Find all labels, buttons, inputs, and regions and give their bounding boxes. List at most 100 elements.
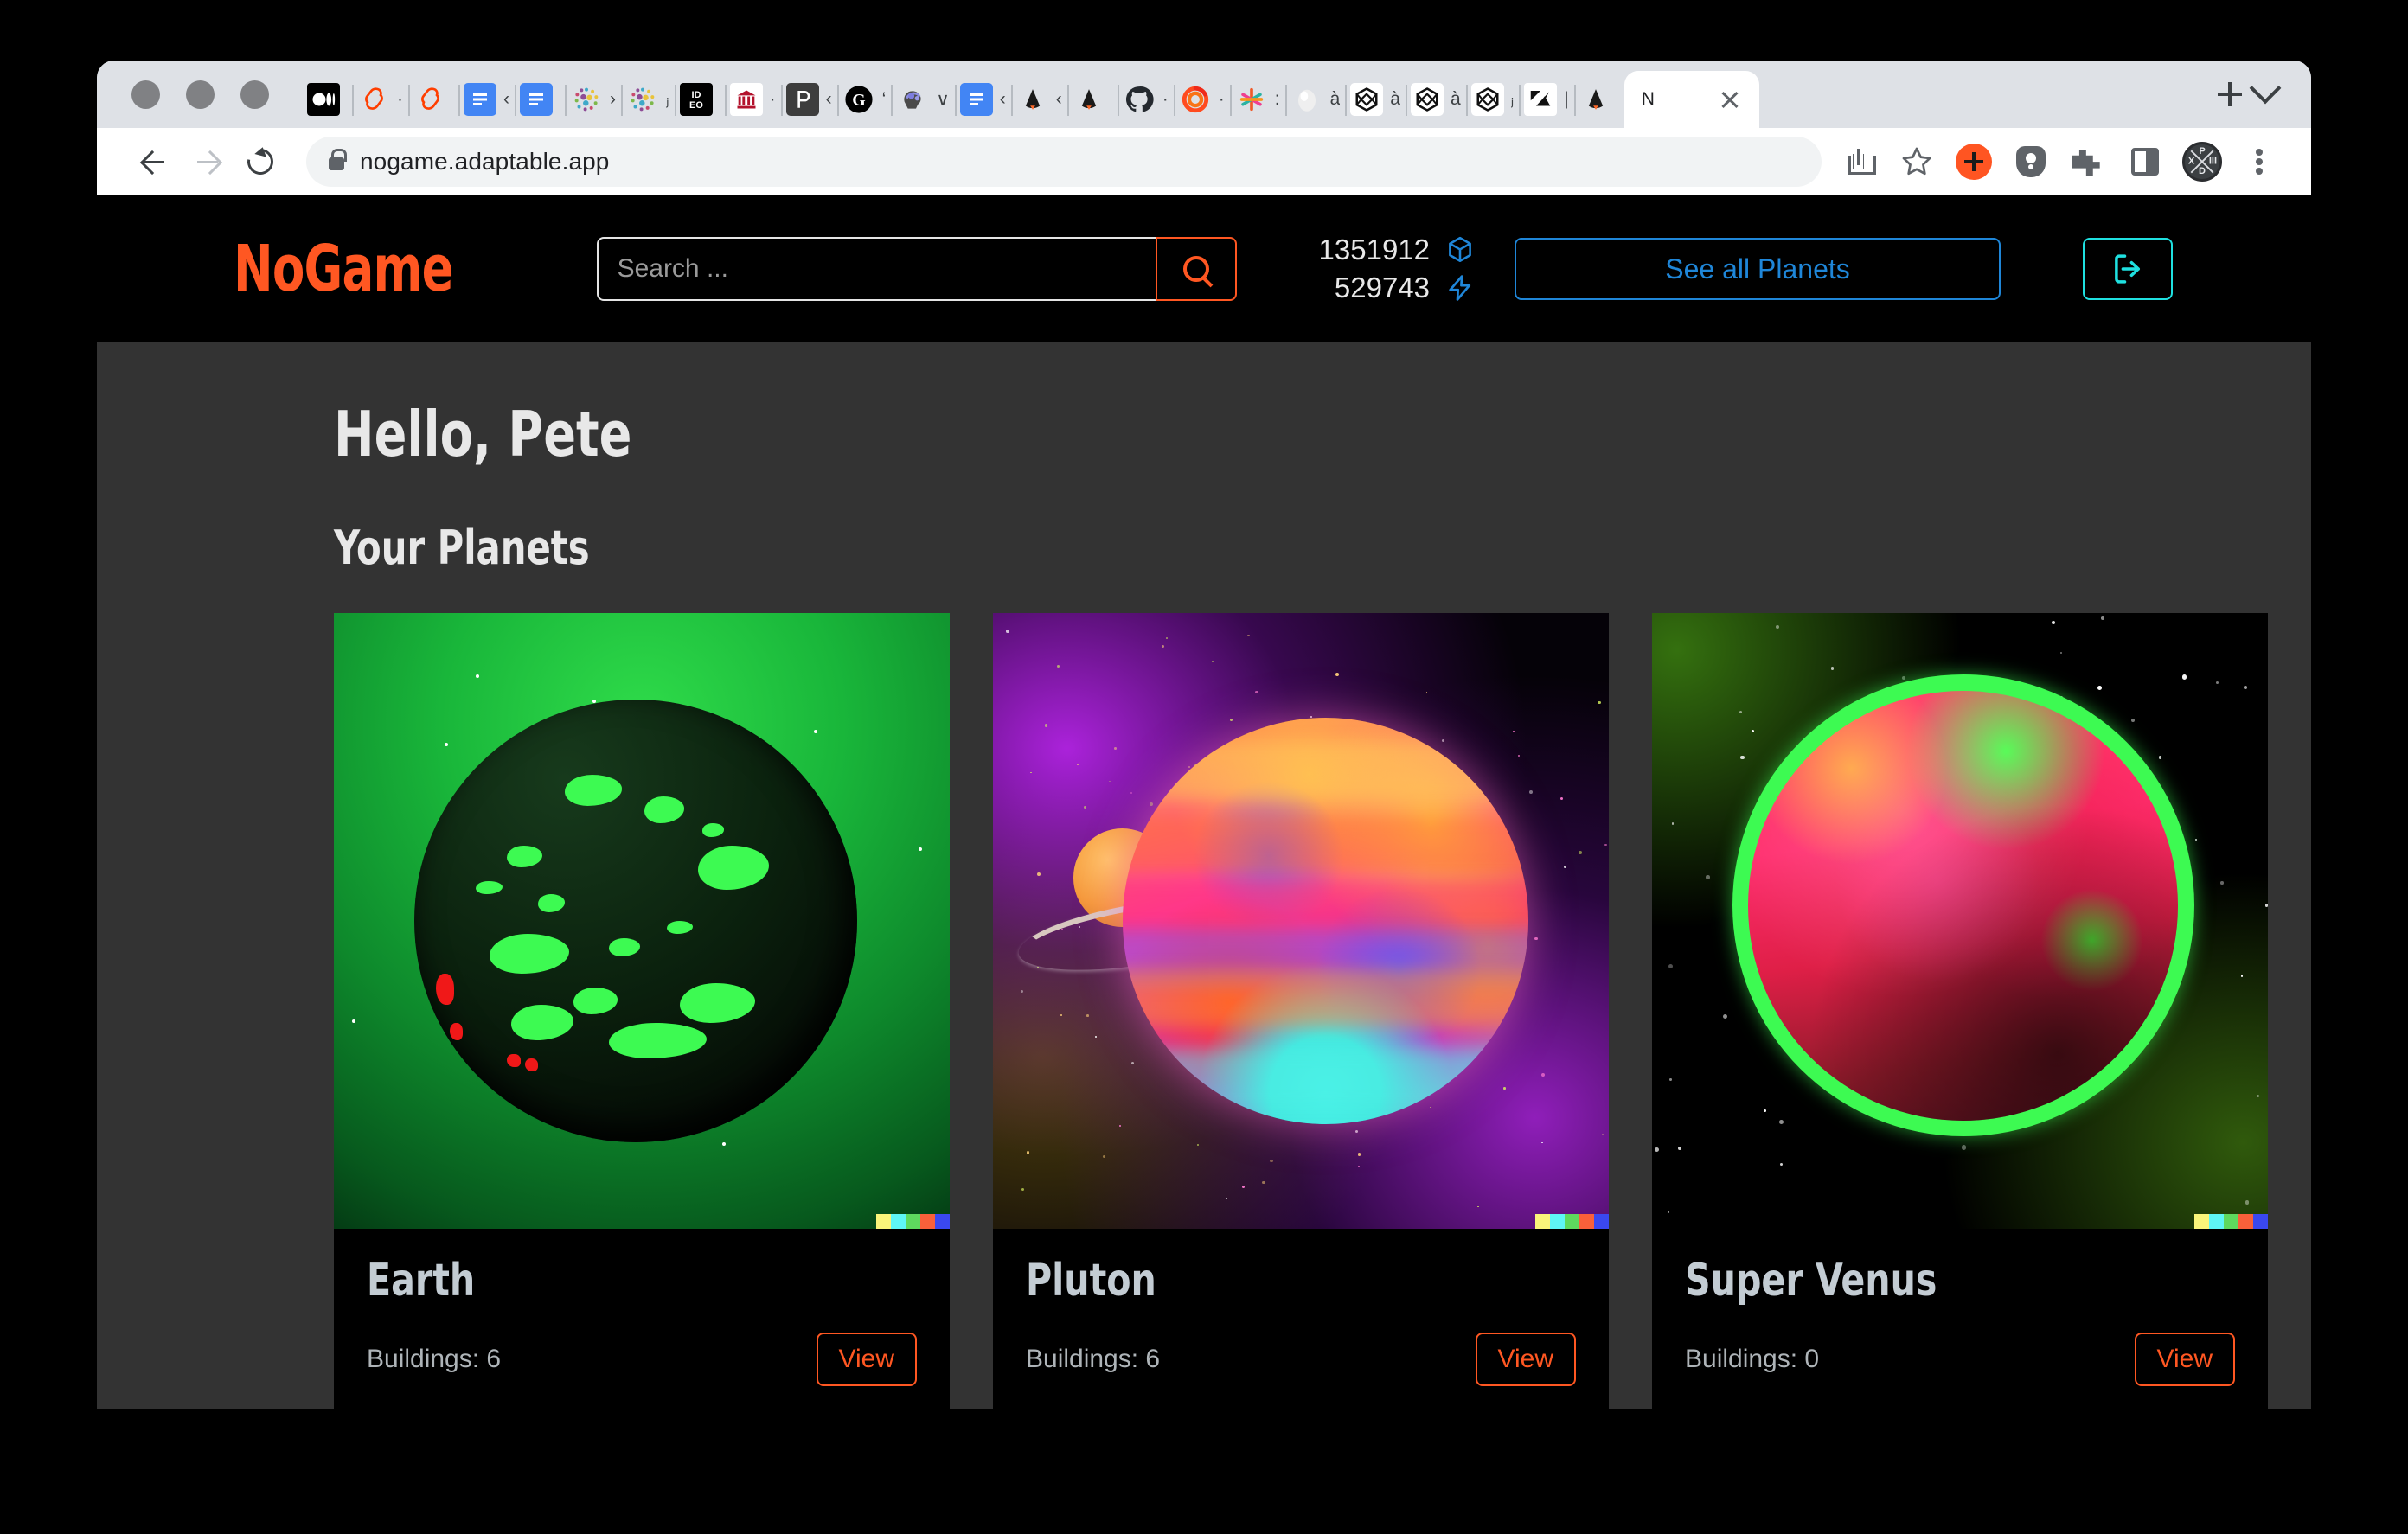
tab-item[interactable]: ID EO <box>675 71 725 128</box>
medium-g-icon: G <box>842 83 875 116</box>
bookmark-button[interactable] <box>1891 136 1943 188</box>
password-manager-button[interactable] <box>2005 136 2057 188</box>
star <box>1114 747 1117 750</box>
tab-item[interactable] <box>302 71 352 128</box>
tab-title: | <box>1564 89 1568 110</box>
watermark-swatch <box>935 1214 950 1229</box>
tab-item[interactable]: · <box>1174 71 1230 128</box>
tab-item[interactable]: · <box>725 71 781 128</box>
share-button[interactable] <box>1834 136 1886 188</box>
planet-thumbnail <box>993 613 1609 1229</box>
extension-plus-button[interactable] <box>1948 136 2000 188</box>
search-button[interactable] <box>1156 237 1237 301</box>
tab-item[interactable]: à <box>1406 71 1466 128</box>
terrain-patch <box>538 894 565 912</box>
tab-item[interactable]: ‹ <box>955 71 1011 128</box>
star <box>919 847 922 851</box>
view-planet-button[interactable]: View <box>817 1333 917 1386</box>
watermark-swatch <box>906 1214 920 1229</box>
side-panel-icon <box>2131 148 2159 176</box>
tab-title: ∨ <box>936 89 949 111</box>
tab-item[interactable]: ⱼ <box>1466 71 1520 128</box>
star <box>1678 1147 1681 1150</box>
tab-item[interactable]: ‹ <box>781 71 837 128</box>
tab-item[interactable] <box>1067 71 1118 128</box>
tab-item[interactable] <box>408 71 458 128</box>
lava-patch <box>507 1054 520 1067</box>
planet-card[interactable]: Earth Buildings: 6 View <box>334 613 950 1409</box>
view-planet-button[interactable]: View <box>1476 1333 1576 1386</box>
chevron-down-icon[interactable] <box>2250 73 2282 105</box>
cloud-band <box>1123 969 1529 1026</box>
search-input[interactable] <box>597 237 1156 301</box>
tab-item[interactable] <box>515 71 565 128</box>
kebab-menu-icon <box>2245 147 2274 176</box>
forward-button[interactable] <box>180 135 234 189</box>
svelte-icon <box>357 83 390 116</box>
tab-item[interactable]: · <box>352 71 408 128</box>
star <box>1426 692 1427 693</box>
tab-item[interactable]: ⱼ <box>621 71 675 128</box>
tab-item[interactable]: ‹ <box>458 71 515 128</box>
tab-active[interactable]: N <box>1624 71 1759 128</box>
star <box>2097 686 2102 690</box>
planet-card[interactable]: Pluton Buildings: 6 View <box>993 613 1609 1409</box>
reload-button[interactable] <box>234 135 287 189</box>
terrain-patch <box>476 881 503 894</box>
tab-item[interactable]: à <box>1345 71 1406 128</box>
star <box>1103 1155 1105 1158</box>
address-bar[interactable]: nogame.adaptable.app <box>306 137 1822 187</box>
tab-item[interactable]: à <box>1285 71 1346 128</box>
planet-card-body: Super Venus Buildings: 0 View <box>1652 1229 2268 1409</box>
tab-item[interactable]: ‹ <box>1011 71 1067 128</box>
tab-title: · <box>397 89 403 110</box>
star <box>1045 724 1048 727</box>
extensions-button[interactable] <box>2062 136 2114 188</box>
logout-button[interactable] <box>2083 238 2173 300</box>
see-all-planets-button[interactable]: See all Planets <box>1515 238 2001 300</box>
planet-card[interactable]: Super Venus Buildings: 0 View <box>1652 613 2268 1409</box>
star <box>1021 990 1023 993</box>
tab-title: à <box>1451 89 1461 110</box>
buildings-count: Buildings: 6 <box>1026 1345 1160 1374</box>
app-logo[interactable]: NoGame <box>234 232 453 306</box>
tab-close-icon[interactable] <box>1713 82 1747 117</box>
watermark-swatch <box>1579 1214 1594 1229</box>
browser-menu-button[interactable] <box>2233 136 2285 188</box>
tab-title: · <box>1162 89 1169 110</box>
tab-item[interactable]: | <box>1519 71 1573 128</box>
svg-text:ID: ID <box>691 90 701 100</box>
star <box>1109 781 1111 783</box>
profile-button[interactable]: P X III D <box>2176 136 2228 188</box>
star <box>1780 1163 1784 1166</box>
star <box>1226 1198 1227 1200</box>
share-icon <box>1848 149 1871 175</box>
tab-item[interactable]: G ‘ <box>837 71 892 128</box>
minimize-window-button[interactable] <box>186 80 215 109</box>
side-panel-button[interactable] <box>2119 136 2171 188</box>
star <box>1655 1147 1659 1152</box>
terrain-patch <box>667 921 694 934</box>
resource-row-metal: 1351912 <box>1319 233 1475 266</box>
tab-item[interactable]: › <box>565 71 621 128</box>
star <box>445 743 448 746</box>
bookmark-star-icon <box>1900 145 1933 178</box>
zoom-window-button[interactable] <box>240 80 269 109</box>
tab-item[interactable] <box>1574 71 1624 128</box>
tab-item[interactable]: : <box>1230 71 1285 128</box>
star <box>2195 839 2197 841</box>
star <box>1602 1134 1604 1135</box>
view-planet-button[interactable]: View <box>2135 1333 2235 1386</box>
tab-item[interactable]: · <box>1118 71 1174 128</box>
back-button[interactable] <box>126 135 180 189</box>
tab-title: ‹ <box>503 89 509 110</box>
star <box>352 1019 355 1023</box>
arc-icon <box>1579 83 1612 116</box>
tab-item[interactable]: ∨ <box>891 71 954 128</box>
new-tab-button[interactable] <box>2206 70 2254 118</box>
extension-plus-icon <box>1956 144 1992 180</box>
lava-patch <box>436 974 454 1005</box>
close-window-button[interactable] <box>131 80 160 109</box>
docs-icon <box>464 83 496 116</box>
svg-text:EO: EO <box>689 100 703 111</box>
